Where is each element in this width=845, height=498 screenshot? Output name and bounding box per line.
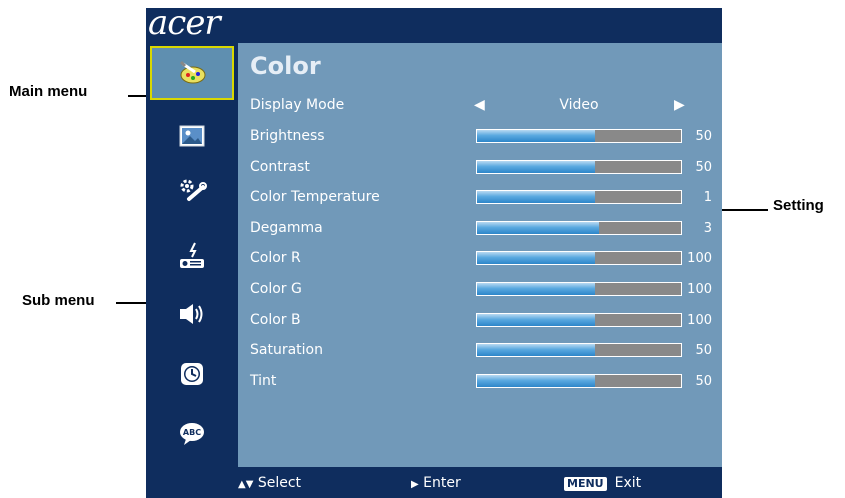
tint-label: Tint — [250, 373, 277, 389]
display-mode-value: Video — [559, 97, 599, 113]
main-menu-callout: Main menu — [9, 83, 88, 100]
footer-enter-label: Enter — [423, 475, 461, 491]
footer-enter-hint: ▶ Enter — [411, 475, 461, 491]
svg-text:ABC: ABC — [183, 428, 201, 437]
menu-key-badge: MENU — [564, 477, 607, 491]
timer-clock-icon — [181, 363, 203, 385]
language-abc-icon: ABC — [180, 423, 204, 445]
color-b-value: 100 — [687, 313, 712, 328]
tint-slider-fill — [477, 375, 596, 387]
up-down-arrow-icon: ▲▼ — [238, 479, 254, 490]
display-mode-prev-arrow[interactable]: ◀ — [474, 97, 485, 113]
color-r-value: 100 — [687, 251, 712, 266]
color-b-slider[interactable] — [476, 313, 682, 327]
menu-item-setting[interactable] — [150, 162, 234, 218]
brightness-slider-fill — [477, 130, 596, 142]
tint-value: 50 — [695, 374, 712, 389]
saturation-value: 50 — [695, 343, 712, 358]
menu-item-timer[interactable] — [150, 346, 234, 402]
sub-menu-callout: Sub menu — [22, 292, 95, 309]
color-g-value: 100 — [687, 282, 712, 297]
audio-speaker-icon — [180, 304, 203, 324]
color-b-slider-fill — [477, 314, 596, 326]
saturation-slider[interactable] — [476, 343, 682, 357]
footer-select-label: Select — [257, 475, 302, 491]
brightness-value: 50 — [695, 129, 712, 144]
degamma-slider-fill — [477, 222, 600, 234]
brightness-label: Brightness — [250, 128, 325, 144]
menu-item-color[interactable] — [150, 46, 234, 100]
color-temperature-slider-fill — [477, 191, 596, 203]
color-r-label: Color R — [250, 250, 301, 266]
footer-exit-hint: MENU Exit — [564, 475, 641, 491]
menu-item-management[interactable] — [150, 228, 234, 284]
saturation-label: Saturation — [250, 342, 323, 358]
display-mode-label: Display Mode — [250, 97, 345, 113]
contrast-value: 50 — [695, 160, 712, 175]
right-arrow-icon: ▶ — [411, 479, 419, 490]
brightness-slider[interactable] — [476, 129, 682, 143]
color-r-slider-fill — [477, 252, 596, 264]
display-mode-next-arrow[interactable]: ▶ — [674, 97, 685, 113]
page-title: Color — [250, 52, 321, 80]
contrast-slider-fill — [477, 161, 596, 173]
degamma-label: Degamma — [250, 220, 323, 236]
menu-item-audio[interactable] — [150, 286, 234, 342]
picture-icon — [179, 125, 205, 147]
menu-item-language[interactable]: ABC — [150, 405, 234, 461]
contrast-label: Contrast — [250, 159, 310, 175]
color-palette-icon — [179, 60, 206, 84]
acer-logo: acer — [148, 3, 221, 43]
contrast-slider[interactable] — [476, 160, 682, 174]
color-r-slider[interactable] — [476, 251, 682, 265]
color-g-label: Color G — [250, 281, 302, 297]
color-temperature-label: Color Temperature — [250, 189, 380, 205]
color-temperature-slider[interactable] — [476, 190, 682, 204]
footer-exit-label: Exit — [614, 475, 642, 491]
degamma-value: 3 — [703, 221, 712, 236]
saturation-slider-fill — [477, 344, 596, 356]
tint-slider[interactable] — [476, 374, 682, 388]
color-b-label: Color B — [250, 312, 301, 328]
management-icon — [180, 242, 204, 268]
menu-item-picture[interactable] — [150, 108, 234, 164]
color-g-slider[interactable] — [476, 282, 682, 296]
color-temperature-value: 1 — [703, 190, 712, 205]
settings-tools-icon — [180, 179, 207, 201]
degamma-slider[interactable] — [476, 221, 682, 235]
footer-select-hint: ▲▼ Select — [238, 475, 301, 491]
color-g-slider-fill — [477, 283, 596, 295]
setting-callout: Setting — [773, 197, 824, 214]
